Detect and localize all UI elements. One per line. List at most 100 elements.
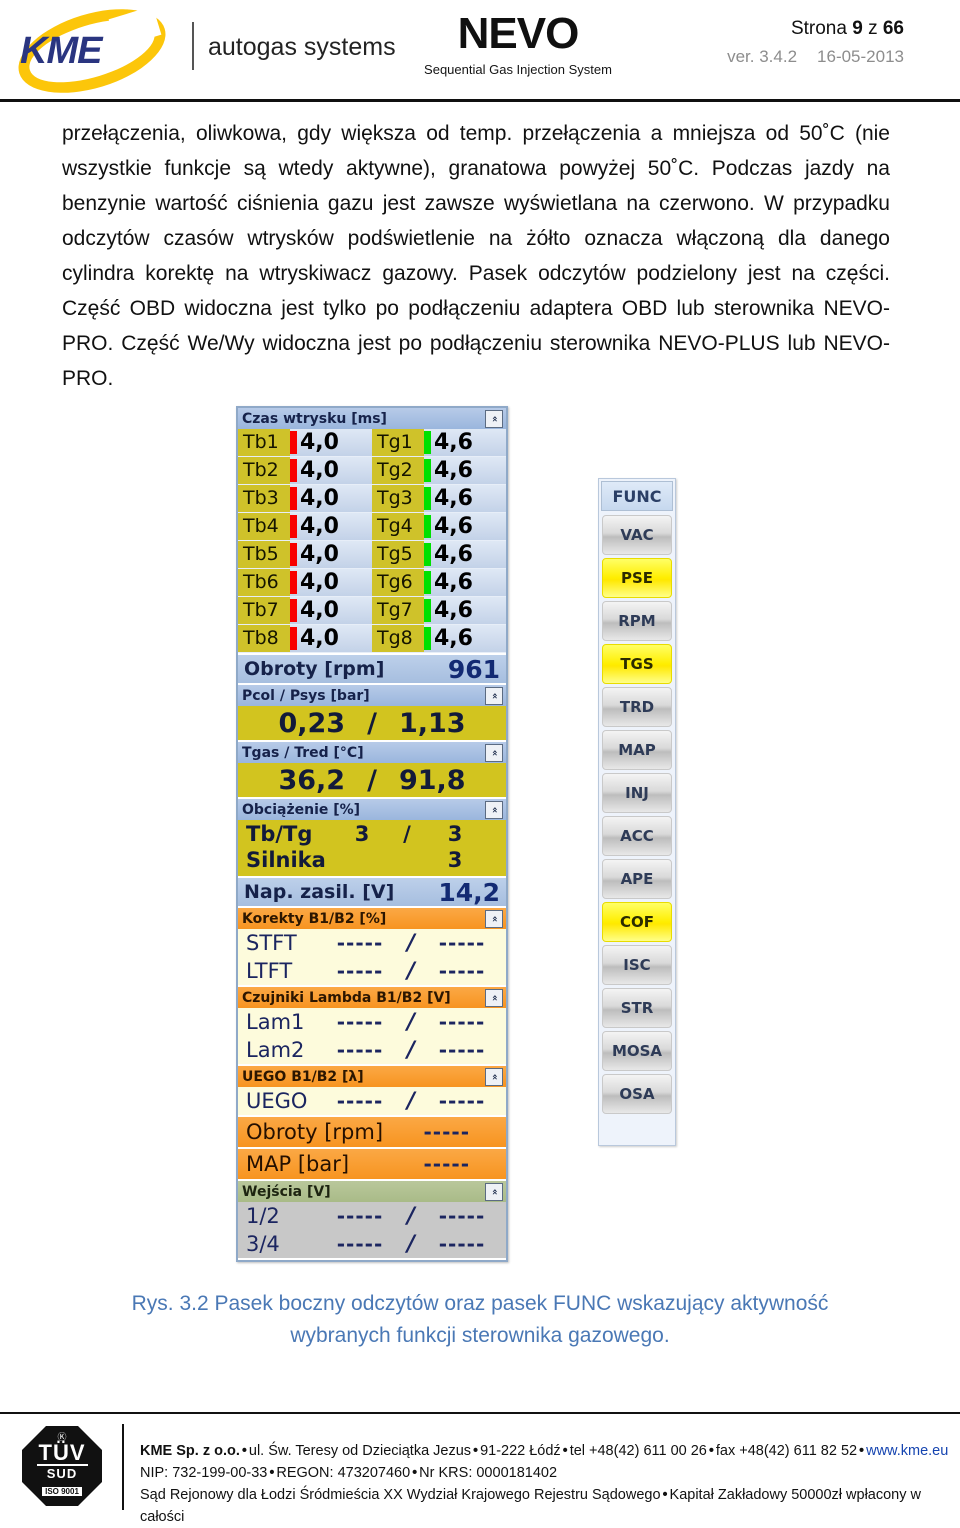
collapse-icon[interactable] (485, 687, 503, 705)
table-row: UEGO ----- / ----- (238, 1087, 506, 1115)
temperature-separator: / (367, 764, 377, 796)
row-value: 4,0 (300, 542, 339, 567)
status-bar (424, 459, 431, 482)
row-label: Tb7 (238, 597, 290, 624)
collapse-icon[interactable] (485, 910, 503, 928)
header-divider (192, 22, 194, 70)
status-bar (424, 431, 431, 454)
func-button-rpm[interactable]: RPM (602, 601, 672, 641)
body-paragraph: przełączenia, oliwkowa, gdy większa od t… (62, 122, 890, 390)
row-label: STFT (246, 931, 297, 955)
func-button-map[interactable]: MAP (602, 730, 672, 770)
func-button-ape[interactable]: APE (602, 859, 672, 899)
group-inputs: Wejścia [V] 1/2 ----- / ----- 3/4 ----- … (238, 1181, 506, 1260)
footer-vertical-divider (122, 1424, 124, 1510)
func-button-trd[interactable]: TRD (602, 687, 672, 727)
func-button-acc[interactable]: ACC (602, 816, 672, 856)
func-button-pse[interactable]: PSE (602, 558, 672, 598)
collapse-icon[interactable] (485, 1068, 503, 1086)
row-value-b: ----- (438, 1010, 486, 1034)
group-corrections: Korekty B1/B2 [%] STFT ----- / ----- LTF… (238, 908, 506, 987)
collapse-icon[interactable] (485, 744, 503, 762)
rpm-row: Obroty [rpm] 961 (238, 655, 506, 684)
table-row: Tb4 4,0 (238, 513, 372, 541)
row-separator: / (406, 930, 416, 956)
row-value: 4,6 (434, 486, 473, 511)
petrol-column: Tb1 4,0 Tb2 4,0 Tb3 4,0 Tb4 4,0 Tb5 4,0 Tb6 4,… (238, 429, 372, 653)
func-button-mosa[interactable]: MOSA (602, 1031, 672, 1071)
uego-title: UEGO B1/B2 [λ] (242, 1068, 364, 1085)
table-row: Tg2 4,6 (372, 457, 506, 485)
tuv-iso-text: ISO 9001 (42, 1487, 82, 1496)
temperature-value-a: 36,2 (278, 764, 346, 796)
load-header: Obciążenie [%] (238, 799, 506, 820)
row-label: Tb6 (238, 569, 290, 596)
tuv-logo-content: Ⓚ TÜV SUD ISO 9001 (28, 1432, 96, 1500)
row-separator: / (406, 1203, 416, 1229)
func-button-tgs[interactable]: TGS (602, 644, 672, 684)
row-value-a: ----- (336, 1204, 384, 1228)
func-button-inj[interactable]: INJ (602, 773, 672, 813)
func-button-str[interactable]: STR (602, 988, 672, 1028)
status-bar (424, 627, 431, 650)
row-separator: / (406, 958, 416, 984)
group-voltage: Nap. zasil. [V] 14,2 (238, 878, 506, 908)
date-text: 16-05-2013 (817, 47, 904, 66)
pressure-body: 0,23 / 1,13 (238, 706, 506, 740)
row-label: 3/4 (246, 1232, 280, 1256)
figure-caption: Rys. 3.2 Pasek boczny odczytów oraz pase… (131, 1292, 829, 1347)
voltage-label: Nap. zasil. [V] (244, 881, 395, 903)
row-separator: / (406, 1037, 416, 1063)
table-row: Tg8 4,6 (372, 625, 506, 653)
corrections-body: STFT ----- / ----- LTFT ----- / ----- (238, 929, 506, 985)
collapse-icon[interactable] (485, 410, 503, 428)
row-value-b: ----- (438, 1232, 486, 1256)
collapse-icon[interactable] (485, 801, 503, 819)
collapse-icon[interactable] (485, 1183, 503, 1201)
table-row: Tg1 4,6 (372, 429, 506, 457)
group-lambda: Czujniki Lambda B1/B2 [V] Lam1 ----- / -… (238, 987, 506, 1066)
footer-line-3: Sąd Rejonowy dla Łodzi Śródmieścia XX Wy… (140, 1487, 922, 1525)
footer-regon: REGON: 473207460 (276, 1465, 411, 1481)
footer-company-name: KME Sp. z o.o. (140, 1443, 240, 1459)
table-row: Tb8 4,0 (238, 625, 372, 653)
load-row1-value-b: 3 (447, 822, 463, 846)
uego-header: UEGO B1/B2 [λ] (238, 1066, 506, 1087)
table-row: Tg5 4,6 (372, 541, 506, 569)
body-text: przełączenia, oliwkowa, gdy większa od t… (62, 116, 890, 396)
row-value: 4,0 (300, 430, 339, 455)
row-label: Lam2 (246, 1038, 305, 1062)
row-label: Tb5 (238, 541, 290, 568)
footer-website[interactable]: www.kme.eu (866, 1443, 948, 1459)
injection-times-title: Czas wtrysku [ms] (242, 410, 387, 427)
table-row: 3/4 ----- / ----- (238, 1230, 506, 1258)
row-value: 4,0 (300, 458, 339, 483)
kme-logo: KME (8, 0, 178, 109)
row-label: Tg7 (372, 597, 424, 624)
obd-map-value: ----- (423, 1152, 470, 1176)
footer-tel: tel +48(42) 611 00 26 (569, 1443, 707, 1459)
lambda-body: Lam1 ----- / ----- Lam2 ----- / ----- (238, 1008, 506, 1064)
func-button-osa[interactable]: OSA (602, 1074, 672, 1114)
lambda-header: Czujniki Lambda B1/B2 [V] (238, 987, 506, 1008)
obd-rpm-row: Obroty [rpm] ----- (238, 1117, 506, 1147)
table-row: Tg7 4,6 (372, 597, 506, 625)
tuv-sud-logo: Ⓚ TÜV SUD ISO 9001 (16, 1424, 108, 1510)
row-separator: / (406, 1009, 416, 1035)
status-bar (290, 487, 297, 510)
func-button-isc[interactable]: ISC (602, 945, 672, 985)
load-row2-value-b: 3 (447, 848, 463, 872)
row-value: 4,6 (434, 626, 473, 651)
kme-logo-text: KME (20, 30, 102, 72)
table-row: Tg3 4,6 (372, 485, 506, 513)
table-row: Silnika 3 (238, 847, 506, 873)
row-value-b: ----- (438, 1204, 486, 1228)
func-button-cof[interactable]: COF (602, 902, 672, 942)
readout-panel: Czas wtrysku [ms] Tb1 4,0 Tb2 4,0 Tb3 4,0 T… (236, 406, 508, 1262)
collapse-icon[interactable] (485, 989, 503, 1007)
row-value-b: ----- (438, 931, 486, 955)
load-row1-separator: / (403, 822, 411, 846)
table-row: Lam1 ----- / ----- (238, 1008, 506, 1036)
func-button-vac[interactable]: VAC (602, 515, 672, 555)
obd-map-label: MAP [bar] (246, 1152, 350, 1176)
